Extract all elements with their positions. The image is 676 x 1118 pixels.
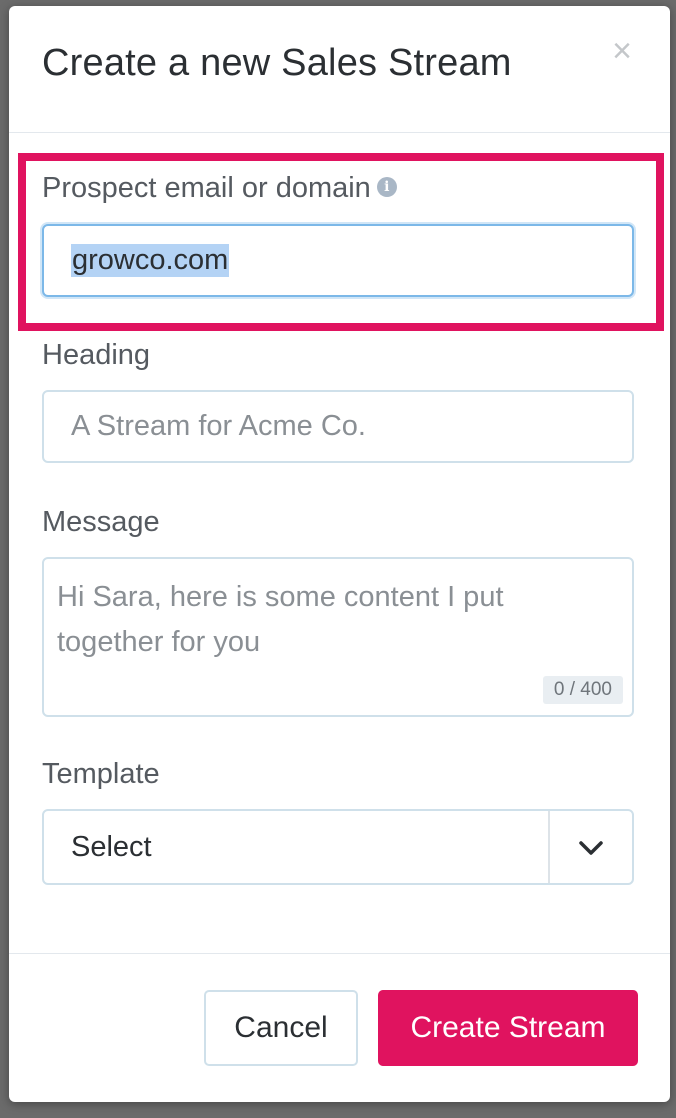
heading-input[interactable] bbox=[42, 390, 634, 463]
modal-header: Create a new Sales Stream × bbox=[9, 6, 670, 133]
message-placeholder: Hi Sara, here is some content I put toge… bbox=[57, 581, 504, 658]
close-icon[interactable]: × bbox=[607, 34, 637, 68]
modal-footer: Cancel Create Stream bbox=[9, 953, 670, 1103]
message-textarea[interactable]: Hi Sara, here is some content I put toge… bbox=[42, 557, 634, 717]
create-stream-modal: Create a new Sales Stream × Prospect ema… bbox=[9, 6, 670, 1102]
info-icon[interactable]: i bbox=[376, 177, 397, 198]
cancel-button[interactable]: Cancel bbox=[204, 990, 358, 1066]
chevron-down-icon[interactable] bbox=[576, 835, 606, 861]
prospect-input-value: growco.com bbox=[71, 244, 230, 277]
prospect-label-text: Prospect email or domain bbox=[42, 172, 371, 204]
prospect-input[interactable]: growco.com bbox=[42, 224, 634, 297]
create-stream-button[interactable]: Create Stream bbox=[378, 990, 638, 1066]
heading-label: Heading bbox=[42, 339, 151, 371]
message-label: Message bbox=[42, 506, 160, 538]
template-label: Template bbox=[42, 758, 160, 790]
select-divider bbox=[548, 811, 550, 883]
modal-title: Create a new Sales Stream bbox=[42, 42, 512, 84]
char-count-badge: 0 / 400 bbox=[542, 676, 623, 704]
template-select-value: Select bbox=[71, 831, 152, 863]
template-select[interactable]: Select bbox=[42, 809, 634, 885]
prospect-label: Prospect email or domain i bbox=[42, 172, 397, 205]
